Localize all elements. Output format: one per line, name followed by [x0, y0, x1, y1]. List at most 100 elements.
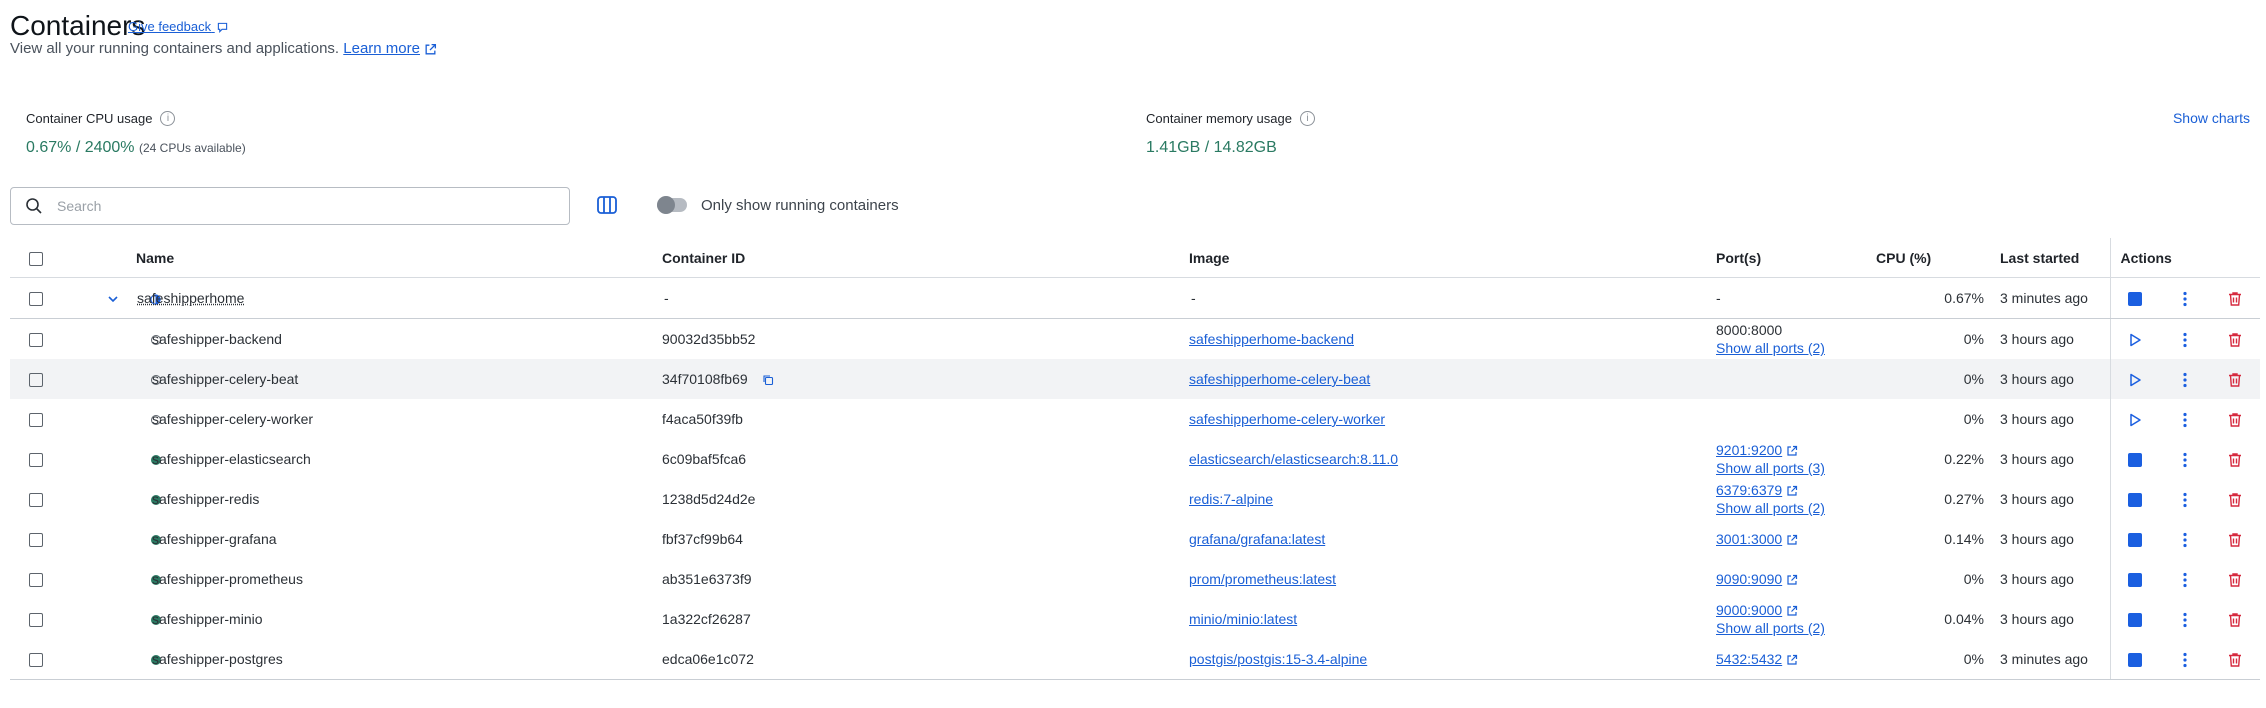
learn-more-link[interactable]: Learn more	[343, 40, 420, 57]
stop-icon[interactable]	[2128, 453, 2143, 468]
external-link-icon[interactable]	[1786, 445, 1798, 457]
stop-icon[interactable]	[2128, 533, 2143, 548]
info-icon[interactable]: i	[1299, 111, 1315, 126]
image-link[interactable]: minio/minio:latest	[1189, 611, 1297, 627]
container-name[interactable]: safeshipper-grafana	[136, 531, 277, 547]
table-row[interactable]: safeshipper-postgres edca06e1c072 postgis/…	[10, 639, 2261, 680]
kebab-menu-icon[interactable]	[2183, 412, 2187, 428]
column-header-cpu[interactable]: CPU (%)	[1876, 238, 1984, 278]
image-link[interactable]: redis:7-alpine	[1189, 491, 1273, 507]
external-link-icon[interactable]	[1786, 485, 1798, 497]
container-name[interactable]: safeshipper-prometheus	[136, 571, 303, 587]
container-name[interactable]: safeshipper-minio	[136, 611, 263, 627]
table-row[interactable]: safeshipper-minio 1a322cf26287 minio/minio…	[10, 599, 2260, 639]
image-link[interactable]: safeshipperhome-celery-beat	[1189, 371, 1370, 387]
show-all-ports-link[interactable]: Show all ports (2)	[1716, 500, 1825, 516]
kebab-menu-icon[interactable]	[2183, 532, 2187, 548]
kebab-menu-icon[interactable]	[2183, 291, 2187, 307]
port-link[interactable]: 5432:5432	[1716, 651, 1782, 667]
container-name[interactable]: safeshipper-elasticsearch	[136, 451, 311, 467]
play-icon[interactable]	[2127, 332, 2143, 348]
kebab-menu-icon[interactable]	[2183, 572, 2187, 588]
column-header-ports[interactable]: Port(s)	[1716, 238, 1876, 278]
port-link[interactable]: 9000:9000	[1716, 602, 1782, 618]
container-name[interactable]: safeshipper-celery-worker	[136, 411, 313, 427]
table-row[interactable]: safeshipper-backend 90032d35bb52 safeshipp…	[10, 318, 2260, 359]
trash-icon[interactable]	[2227, 612, 2243, 628]
stop-icon[interactable]	[2128, 653, 2143, 668]
image-link[interactable]: prom/prometheus:latest	[1189, 571, 1336, 587]
table-row[interactable]: safeshipper-redis 1238d5d24d2e redis:7-alp…	[10, 479, 2260, 519]
image-link[interactable]: elasticsearch/elasticsearch:8.11.0	[1189, 451, 1398, 467]
trash-icon[interactable]	[2227, 572, 2243, 588]
kebab-menu-icon[interactable]	[2183, 652, 2187, 668]
columns-icon[interactable]	[596, 194, 618, 216]
running-toggle[interactable]	[657, 196, 687, 214]
table-row[interactable]: safeshipper-elasticsearch 6c09baf5fca6 ela…	[10, 439, 2260, 479]
row-checkbox[interactable]	[29, 493, 43, 508]
kebab-menu-icon[interactable]	[2183, 372, 2187, 388]
external-link-icon[interactable]	[1786, 605, 1798, 617]
port-link[interactable]: 9090:9090	[1716, 571, 1782, 587]
row-checkbox[interactable]	[29, 573, 43, 588]
trash-icon[interactable]	[2227, 412, 2243, 428]
row-checkbox[interactable]	[29, 292, 43, 307]
row-checkbox[interactable]	[29, 613, 43, 628]
trash-icon[interactable]	[2227, 372, 2243, 388]
select-all-checkbox[interactable]	[29, 251, 43, 266]
row-checkbox[interactable]	[29, 453, 43, 468]
row-checkbox[interactable]	[29, 413, 43, 428]
port-link[interactable]: 6379:6379	[1716, 482, 1782, 498]
trash-icon[interactable]	[2227, 652, 2243, 668]
kebab-menu-icon[interactable]	[2183, 612, 2187, 628]
stop-icon[interactable]	[2128, 292, 2143, 307]
container-name[interactable]: safeshipper-redis	[136, 491, 259, 507]
container-name[interactable]: safeshipper-postgres	[136, 651, 283, 667]
show-all-ports-link[interactable]: Show all ports (2)	[1716, 620, 1825, 636]
trash-icon[interactable]	[2227, 332, 2243, 348]
show-all-ports-link[interactable]: Show all ports (2)	[1716, 340, 1825, 356]
kebab-menu-icon[interactable]	[2183, 332, 2187, 348]
column-header-name[interactable]: Name	[136, 238, 662, 278]
give-feedback-link[interactable]: Give feedback	[128, 19, 228, 34]
container-name[interactable]: safeshipper-celery-beat	[136, 371, 298, 387]
row-checkbox[interactable]	[29, 653, 43, 668]
group-row[interactable]: safeshipperhome - - - 0.67% 3 minutes ag…	[10, 277, 2261, 319]
group-name[interactable]: safeshipperhome	[136, 290, 244, 306]
image-link[interactable]: grafana/grafana:latest	[1189, 531, 1325, 547]
info-icon[interactable]: i	[160, 111, 176, 126]
table-row[interactable]: safeshipper-celery-beat 34f70108fb69 safes…	[10, 359, 2261, 399]
play-icon[interactable]	[2127, 372, 2143, 388]
external-link-icon[interactable]	[1786, 654, 1798, 666]
external-link-icon[interactable]	[1786, 574, 1798, 586]
kebab-menu-icon[interactable]	[2183, 492, 2187, 508]
column-header-last-started[interactable]: Last started	[1984, 238, 2110, 278]
show-all-ports-link[interactable]: Show all ports (3)	[1716, 460, 1825, 476]
row-checkbox[interactable]	[29, 533, 43, 548]
trash-icon[interactable]	[2227, 532, 2243, 548]
stop-icon[interactable]	[2128, 493, 2143, 508]
search-input[interactable]	[55, 197, 555, 215]
row-checkbox[interactable]	[29, 373, 43, 388]
table-row[interactable]: safeshipper-celery-worker f4aca50f39fb saf…	[10, 399, 2260, 439]
container-name[interactable]: safeshipper-backend	[136, 331, 282, 347]
image-link[interactable]: postgis/postgis:15-3.4-alpine	[1189, 651, 1367, 667]
column-header-image[interactable]: Image	[1189, 238, 1716, 278]
table-row[interactable]: safeshipper-prometheus ab351e6373f9 prom/p…	[10, 559, 2260, 599]
image-link[interactable]: safeshipperhome-backend	[1189, 331, 1354, 347]
port-link[interactable]: 3001:3000	[1716, 531, 1782, 547]
trash-icon[interactable]	[2227, 452, 2243, 468]
port-link[interactable]: 9201:9200	[1716, 442, 1782, 458]
trash-icon[interactable]	[2227, 291, 2243, 307]
table-row[interactable]: safeshipper-grafana fbf37cf99b64 grafana/g…	[10, 519, 2260, 559]
stop-icon[interactable]	[2128, 573, 2143, 588]
external-link-icon[interactable]	[1786, 534, 1798, 546]
show-charts-button[interactable]: Show charts	[2173, 110, 2250, 126]
kebab-menu-icon[interactable]	[2183, 452, 2187, 468]
play-icon[interactable]	[2127, 412, 2143, 428]
row-checkbox[interactable]	[29, 333, 43, 348]
column-header-container-id[interactable]: Container ID	[662, 238, 1189, 278]
image-link[interactable]: safeshipperhome-celery-worker	[1189, 411, 1385, 427]
copy-icon[interactable]	[762, 374, 774, 386]
trash-icon[interactable]	[2227, 492, 2243, 508]
